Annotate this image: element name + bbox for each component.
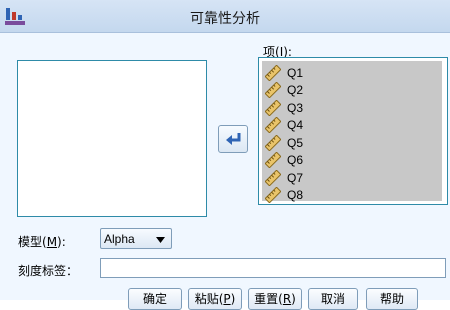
ruler-icon xyxy=(265,152,281,169)
ruler-icon xyxy=(265,117,281,134)
ruler-icon xyxy=(265,99,281,116)
arrow-left-icon xyxy=(226,133,241,145)
window-title: 可靠性分析 xyxy=(190,11,260,27)
model-label: 模型(M): xyxy=(18,235,66,249)
chevron-down-icon xyxy=(156,237,165,243)
move-variable-button[interactable] xyxy=(218,125,248,153)
list-item-label: Q3 xyxy=(287,100,304,115)
reset-button[interactable]: 重置(R) xyxy=(248,288,302,310)
list-item-label: Q2 xyxy=(287,83,304,98)
items-selection: Q1 Q2 Q3 Q4 Q5 Q6 Q7 Q8 xyxy=(262,61,442,204)
ruler-icon xyxy=(265,169,281,186)
list-item-label: Q6 xyxy=(287,153,304,168)
cancel-button[interactable]: 取消 xyxy=(308,288,358,310)
source-variable-list[interactable] xyxy=(17,60,207,217)
list-item[interactable]: Q1 xyxy=(262,64,442,82)
title-bar: 可靠性分析 xyxy=(0,0,450,33)
ok-button[interactable]: 确定 xyxy=(128,288,182,310)
model-value: Alpha xyxy=(104,232,135,246)
list-item[interactable]: Q3 xyxy=(262,99,442,117)
scale-label-input[interactable] xyxy=(100,258,446,278)
list-item[interactable]: Q2 xyxy=(262,82,442,100)
list-item-label: Q5 xyxy=(287,135,304,150)
help-button[interactable]: 帮助 xyxy=(366,288,418,310)
list-item[interactable]: Q7 xyxy=(262,169,442,187)
scale-label: 刻度标签： xyxy=(18,264,79,278)
paste-button[interactable]: 粘贴(P) xyxy=(188,288,242,310)
list-item[interactable]: Q4 xyxy=(262,117,442,135)
ruler-icon xyxy=(265,64,281,81)
model-dropdown[interactable]: Alpha xyxy=(100,228,172,249)
items-list[interactable]: Q1 Q2 Q3 Q4 Q5 Q6 Q7 Q8 xyxy=(258,57,448,205)
ruler-icon xyxy=(265,187,281,204)
list-item[interactable]: Q5 xyxy=(262,134,442,152)
ruler-icon xyxy=(265,134,281,151)
list-item-label: Q4 xyxy=(287,118,304,133)
list-item-label: Q7 xyxy=(287,170,304,185)
ruler-icon xyxy=(265,82,281,99)
list-item-label: Q8 xyxy=(287,188,304,203)
list-item[interactable]: Q6 xyxy=(262,152,442,170)
list-item-label: Q1 xyxy=(287,65,304,80)
list-item[interactable]: Q8 xyxy=(262,187,442,205)
